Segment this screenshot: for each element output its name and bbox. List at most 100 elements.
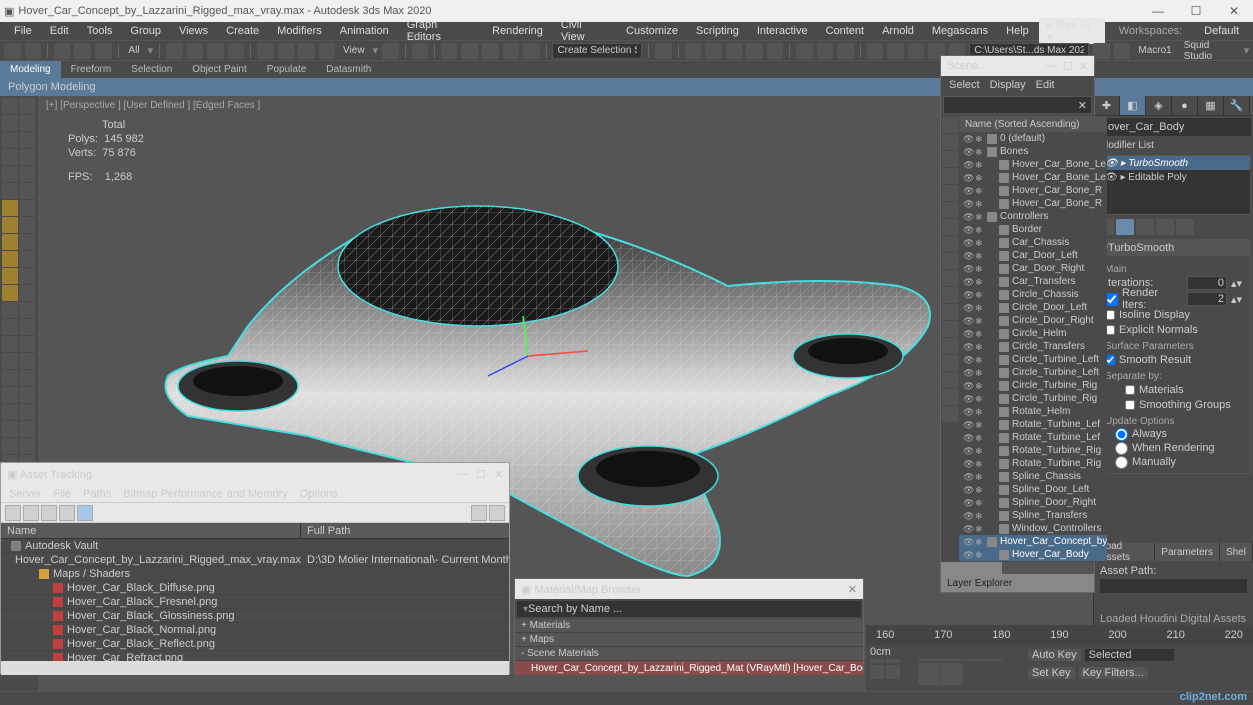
select-region-button[interactable] bbox=[207, 43, 224, 59]
asset-close[interactable]: ✕ bbox=[494, 468, 503, 481]
menu-scripting[interactable]: Scripting bbox=[688, 25, 747, 37]
bind-button[interactable] bbox=[95, 43, 112, 59]
motion-tab[interactable]: ● bbox=[1172, 96, 1198, 115]
menu-edit[interactable]: Edit bbox=[42, 25, 77, 37]
scene-item[interactable]: 👁❄Car_Chassis bbox=[959, 236, 1107, 249]
menu-group[interactable]: Group bbox=[122, 25, 169, 37]
scene-item[interactable]: 👁❄Car_Door_Right bbox=[959, 262, 1107, 275]
left-tool-5-1[interactable] bbox=[19, 183, 35, 199]
scene-menu-edit[interactable]: Edit bbox=[1036, 79, 1055, 91]
asset-row[interactable]: Hover_Car_Black_Diffuse.png bbox=[1, 581, 509, 595]
update-rendering-radio[interactable] bbox=[1115, 442, 1128, 455]
scene-item[interactable]: 👁❄Hover_Car_Bone_Le bbox=[959, 158, 1107, 171]
left-tool-7-0[interactable] bbox=[2, 217, 18, 233]
remove-modifier-button[interactable] bbox=[1156, 219, 1174, 235]
viewport-label[interactable]: [+] [Perspective ] [User Defined ] [Edge… bbox=[46, 100, 260, 111]
polygon-modeling-label[interactable]: Polygon Modeling bbox=[8, 81, 95, 93]
left-tool-18-1[interactable] bbox=[19, 404, 35, 420]
scene-item[interactable]: 👁❄0 (default) bbox=[959, 132, 1107, 145]
selection-filter[interactable]: All bbox=[124, 45, 143, 56]
sign-in-button[interactable]: ▸ Sign In ▾ bbox=[1039, 18, 1105, 44]
link-button[interactable] bbox=[54, 43, 71, 59]
make-unique-button[interactable] bbox=[1136, 219, 1154, 235]
left-tool-16-1[interactable] bbox=[19, 370, 35, 386]
scene-filter-10[interactable] bbox=[942, 287, 958, 303]
asset-hscrollbar[interactable] bbox=[1, 661, 509, 675]
scene-minimize[interactable]: — bbox=[1046, 60, 1057, 73]
left-tool-15-0[interactable] bbox=[2, 353, 18, 369]
material-editor-button[interactable] bbox=[767, 43, 784, 59]
schematic-button[interactable] bbox=[746, 43, 763, 59]
asset-row[interactable]: Hover_Car_Black_Normal.png bbox=[1, 623, 509, 637]
asset-tb-2[interactable] bbox=[23, 505, 39, 521]
scene-filter-5[interactable] bbox=[942, 202, 958, 218]
rollout-header[interactable]: ▾ TurboSmooth bbox=[1097, 240, 1250, 256]
minimize-button[interactable]: — bbox=[1143, 4, 1173, 18]
scene-item[interactable]: 👁❄Spline_Door_Right bbox=[959, 496, 1107, 509]
scene-filter-3[interactable] bbox=[942, 168, 958, 184]
left-tool-13-0[interactable] bbox=[2, 319, 18, 335]
left-tool-20-0[interactable] bbox=[2, 438, 18, 454]
left-tool-14-0[interactable] bbox=[2, 336, 18, 352]
scene-materials-section[interactable]: - Scene Materials bbox=[515, 647, 863, 661]
sep-materials-check[interactable] bbox=[1125, 385, 1135, 395]
scene-item[interactable]: 👁❄Circle_Chassis bbox=[959, 288, 1107, 301]
materials-section[interactable]: + Materials bbox=[515, 619, 863, 633]
left-tool-16-0[interactable] bbox=[2, 370, 18, 386]
keymode-button[interactable] bbox=[941, 663, 963, 685]
time-ruler[interactable]: 160170180190200210220 bbox=[866, 625, 1253, 645]
asset-refresh[interactable] bbox=[471, 505, 487, 521]
left-tool-2-1[interactable] bbox=[19, 132, 35, 148]
maximize-button[interactable]: ☐ bbox=[1181, 4, 1211, 18]
left-tool-15-1[interactable] bbox=[19, 353, 35, 369]
render-setup-button[interactable] bbox=[796, 43, 813, 59]
left-tool-1-1[interactable] bbox=[19, 115, 35, 131]
maps-section[interactable]: + Maps bbox=[515, 633, 863, 647]
left-tool-1-0[interactable] bbox=[2, 115, 18, 131]
scene-item[interactable]: 👁❄Circle_Door_Right bbox=[959, 314, 1107, 327]
update-manually-radio[interactable] bbox=[1115, 456, 1128, 469]
scene-item[interactable]: 👁❄Rotate_Helm bbox=[959, 405, 1107, 418]
asset-path-header[interactable]: Full Path bbox=[301, 523, 509, 538]
setkey-button[interactable]: Set Key bbox=[1028, 667, 1075, 679]
left-tool-20-1[interactable] bbox=[19, 438, 35, 454]
left-tool-17-0[interactable] bbox=[2, 387, 18, 403]
scene-item[interactable]: 👁❄Circle_Turbine_Rig bbox=[959, 392, 1107, 405]
menu-help[interactable]: Help bbox=[998, 25, 1037, 37]
menu-modifiers[interactable]: Modifiers bbox=[269, 25, 330, 37]
houdini-tab-shel[interactable]: Shel bbox=[1220, 543, 1253, 561]
scene-item[interactable]: 👁❄Spline_Door_Left bbox=[959, 483, 1107, 496]
hierarchy-tab[interactable]: ◈ bbox=[1146, 96, 1172, 115]
material-search-field[interactable]: ▾ Search by Name ... bbox=[517, 601, 861, 617]
scene-filter-1[interactable] bbox=[942, 134, 958, 150]
tb-extra6[interactable] bbox=[1093, 43, 1110, 59]
scene-item[interactable]: 👁❄Hover_Car_Bone_R bbox=[959, 197, 1107, 210]
scene-item[interactable]: 👁❄Bones bbox=[959, 145, 1107, 158]
scene-maximize[interactable]: ☐ bbox=[1063, 60, 1073, 73]
menu-interactive[interactable]: Interactive bbox=[749, 25, 816, 37]
scene-item[interactable]: 👁❄Rotate_Turbine_Rig bbox=[959, 457, 1107, 470]
time-nav-3[interactable] bbox=[870, 665, 884, 679]
scene-item[interactable]: 👁❄Spline_Transfers bbox=[959, 509, 1107, 522]
clear-search-icon[interactable]: ✕ bbox=[1078, 99, 1087, 112]
selected-filter[interactable]: Selected bbox=[1085, 649, 1174, 661]
menu-file[interactable]: File bbox=[6, 25, 40, 37]
menu-graph-editors[interactable]: Graph Editors bbox=[399, 19, 482, 43]
select-button[interactable] bbox=[166, 43, 183, 59]
ribbon-tab-modeling[interactable]: Modeling bbox=[0, 61, 61, 78]
display-tab[interactable]: ▦ bbox=[1198, 96, 1224, 115]
left-tool-12-1[interactable] bbox=[19, 302, 35, 318]
scene-hscrollbar[interactable] bbox=[941, 562, 1094, 574]
left-tool-19-0[interactable] bbox=[2, 421, 18, 437]
scene-filter-16[interactable] bbox=[942, 389, 958, 405]
asset-menu-paths[interactable]: Paths bbox=[83, 488, 111, 500]
asset-menu-options[interactable]: Options bbox=[300, 488, 338, 500]
scene-item[interactable]: 👁❄Circle_Turbine_Left bbox=[959, 353, 1107, 366]
scene-item[interactable]: 👁❄Spline_Chassis bbox=[959, 470, 1107, 483]
menu-megascans[interactable]: Megascans bbox=[924, 25, 996, 37]
tb-extra3[interactable] bbox=[908, 43, 925, 59]
left-tool-8-0[interactable] bbox=[2, 234, 18, 250]
scene-item[interactable]: 👁❄Rotate_Turbine_Lef bbox=[959, 418, 1107, 431]
asset-row[interactable]: Autodesk Vault bbox=[1, 539, 509, 553]
left-tool-19-1[interactable] bbox=[19, 421, 35, 437]
